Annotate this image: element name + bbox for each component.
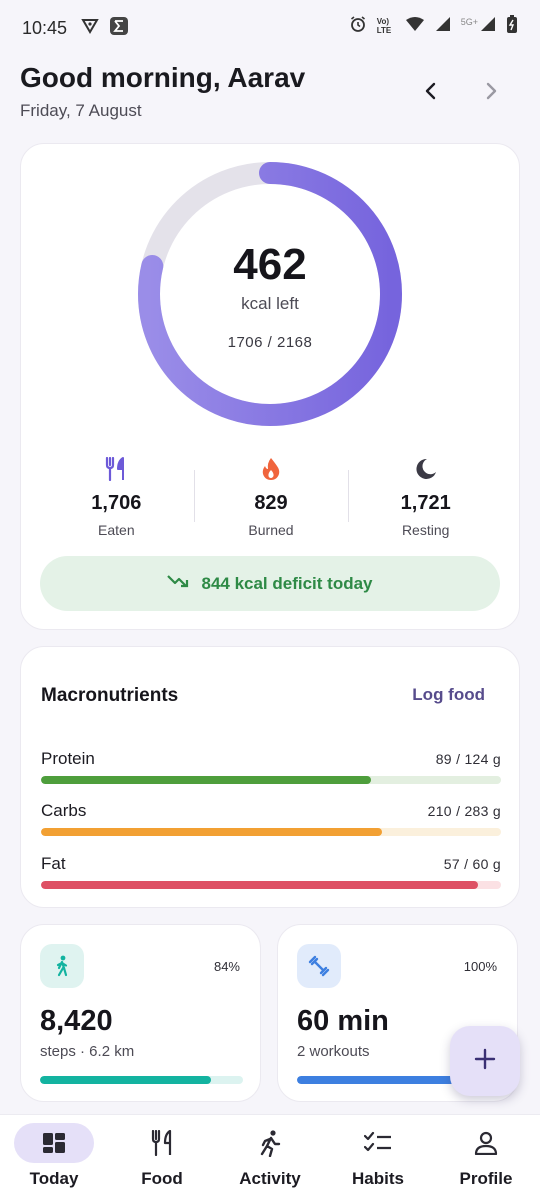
macronutrients-title: Macronutrients <box>41 685 179 706</box>
walking-icon-badge <box>40 944 84 988</box>
steps-subtitle: steps · 6.2 km <box>40 1043 135 1060</box>
trending-down-icon <box>167 573 189 594</box>
deficit-banner: 844 kcal deficit today <box>40 556 500 611</box>
person-icon <box>474 1131 498 1155</box>
stat-resting: 1,721 Resting <box>348 452 503 542</box>
previous-day-button[interactable] <box>416 78 446 108</box>
add-fab-button[interactable] <box>450 1026 520 1096</box>
workouts-value: 60 min <box>297 1005 389 1037</box>
alarm-icon <box>349 15 367 36</box>
chevron-right-icon <box>484 82 498 105</box>
nav-item-activity[interactable]: Activity <box>216 1115 324 1200</box>
stat-label: Burned <box>248 522 294 538</box>
nav-label: Activity <box>239 1169 301 1188</box>
macro-name: Protein <box>41 749 95 768</box>
stat-eaten: 1,706 Eaten <box>39 452 194 542</box>
chevron-left-icon <box>424 82 438 105</box>
checklist-icon <box>364 1131 391 1152</box>
macro-name: Carbs <box>41 801 87 820</box>
battery-icon <box>506 14 518 37</box>
nav-item-habits[interactable]: Habits <box>324 1115 432 1200</box>
stat-label: Eaten <box>98 522 135 538</box>
wifi-icon <box>405 16 425 35</box>
nav-label: Habits <box>352 1169 404 1188</box>
greeting-title: Good morning, Aarav <box>20 62 306 93</box>
nav-item-today[interactable]: Today <box>0 1115 108 1200</box>
dashboard-icon <box>43 1133 65 1153</box>
running-icon <box>260 1130 281 1157</box>
nav-label: Profile <box>459 1169 513 1188</box>
moon-icon <box>415 456 437 482</box>
macro-amount: 89 / 124 g <box>435 751 501 767</box>
flame-icon <box>261 456 281 482</box>
dumbbell-icon-badge <box>297 944 341 988</box>
signal-icon <box>435 16 451 35</box>
stat-value: 1,706 <box>91 492 142 514</box>
macro-amount: 57 / 60 g <box>443 856 501 872</box>
walking-icon <box>56 955 68 977</box>
macro-amount: 210 / 283 g <box>427 803 501 819</box>
log-food-button[interactable]: Log food <box>412 685 485 705</box>
macro-progress-fill <box>41 881 478 889</box>
calorie-stats: 1,706 Eaten 829 Burned 1,721 Resting <box>39 452 503 542</box>
stat-burned: 829 Burned <box>193 452 349 542</box>
nav-item-profile[interactable]: Profile <box>432 1115 540 1200</box>
nav-label: Food <box>141 1169 183 1188</box>
signal-2-icon <box>480 16 496 35</box>
nav-item-food[interactable]: Food <box>108 1115 216 1200</box>
steps-progress-fill <box>40 1076 211 1084</box>
calorie-ring: 462 kcal left 1706 / 2168 <box>138 162 402 426</box>
sigma-app-icon <box>109 16 129 41</box>
steps-progress-track <box>40 1076 243 1084</box>
macro-progress-track <box>41 881 501 889</box>
stat-value: 829 <box>254 492 288 514</box>
kcal-ratio: 1706 / 2168 <box>227 334 313 351</box>
fork-knife-icon <box>151 1130 172 1156</box>
stat-value: 1,721 <box>400 492 451 514</box>
kcal-left-label: kcal left <box>241 294 299 313</box>
volte-label: Vo) LTE <box>376 16 392 35</box>
status-time: 10:45 <box>22 17 68 38</box>
macro-progress-track <box>41 828 501 836</box>
workouts-subtitle: 2 workouts <box>297 1043 370 1060</box>
status-bar: 10:45 Vo) LTE 5G+ <box>0 0 540 56</box>
plus-icon <box>474 1048 496 1075</box>
macro-progress-fill <box>41 828 383 836</box>
fork-knife-icon <box>105 456 127 482</box>
macro-progress-fill <box>41 776 372 784</box>
steps-value: 8,420 <box>40 1005 113 1037</box>
steps-card[interactable]: 84% 8,420 steps · 6.2 km <box>20 924 261 1102</box>
steps-percent: 84% <box>213 959 240 974</box>
next-day-button[interactable] <box>476 78 506 108</box>
kcal-left-value: 462 <box>233 240 307 289</box>
dumbbell-icon <box>308 955 330 977</box>
macro-progress-track <box>41 776 501 784</box>
deficit-text: 844 kcal deficit today <box>201 573 373 593</box>
macronutrients-card: Macronutrients Log food Protein 89 / 124… <box>20 646 520 908</box>
vpn-icon <box>81 18 99 39</box>
calories-card: 462 kcal left 1706 / 2168 1,706 Eaten 82… <box>20 143 520 630</box>
macro-name: Fat <box>41 854 66 873</box>
workouts-percent: 100% <box>463 959 497 974</box>
network-5g-label: 5G+ <box>460 16 478 27</box>
nav-label: Today <box>29 1169 79 1188</box>
nav-active-indicator <box>14 1123 94 1163</box>
date-subtitle: Friday, 7 August <box>20 101 142 120</box>
stat-label: Resting <box>401 522 450 538</box>
bottom-navigation: Today Food Activity Habits Profile <box>0 1114 540 1200</box>
